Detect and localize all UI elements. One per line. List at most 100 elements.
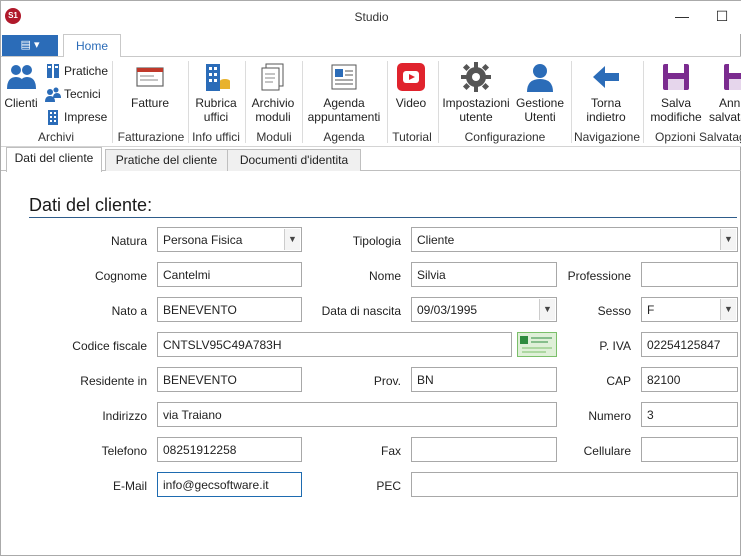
archivio-label-2: moduli (255, 110, 291, 124)
chevron-down-icon[interactable]: ▼ (284, 229, 300, 250)
pratiche-button[interactable]: Pratiche (45, 63, 108, 79)
invoice-icon (136, 67, 164, 87)
sesso-value: F (647, 303, 655, 317)
documents-icon (261, 63, 284, 91)
fatture-button[interactable]: Fatture (115, 61, 185, 110)
video-play-icon (397, 63, 425, 91)
group-configurazione-label: Configurazione (464, 130, 546, 144)
maximize-button[interactable]: ☐ (702, 1, 741, 34)
annulla-salvataggio-button[interactable]: Anni salvata (709, 61, 741, 124)
group-navigazione-label: Navigazione (573, 130, 641, 144)
rubrica-label-2: uffici (203, 110, 229, 124)
prov-field[interactable]: BN (411, 367, 557, 392)
rubrica-label-1: Rubrica (195, 96, 237, 110)
ribbon-separator (438, 61, 439, 143)
ribbon-separator (387, 61, 388, 143)
nome-label: Nome (368, 269, 401, 283)
chevron-down-icon[interactable]: ▼ (720, 229, 736, 250)
tab-pratiche-cliente[interactable]: Pratiche del cliente (105, 149, 228, 171)
tipologia-select[interactable]: Cliente ▼ (411, 227, 738, 252)
imprese-button[interactable]: Imprese (45, 109, 107, 125)
email-field[interactable]: info@gecsoftware.it (157, 472, 302, 497)
cognome-field[interactable]: Cantelmi (157, 262, 302, 287)
ribbon-separator (188, 61, 189, 143)
salva-label-1: Salva (660, 96, 692, 110)
undo-save-icon (724, 64, 741, 90)
binders-icon (47, 64, 59, 78)
users-icon (7, 65, 36, 89)
chevron-down-icon[interactable]: ▼ (720, 299, 736, 320)
ribbon-separator (571, 61, 572, 143)
nato-a-label: Nato a (111, 304, 147, 318)
data-nascita-label: Data di nascita (321, 304, 401, 318)
pec-label: PEC (376, 479, 401, 493)
minimize-button[interactable]: — (662, 1, 702, 34)
numero-label: Numero (588, 409, 631, 423)
impostazioni-utente-button[interactable]: Impostazioni utente (441, 61, 511, 124)
telefono-field[interactable]: 08251912258 (157, 437, 302, 462)
ribbon-separator (112, 61, 113, 143)
chevron-down-icon[interactable]: ▼ (539, 299, 555, 320)
gestione-utenti-button[interactable]: Gestione Utenti (513, 61, 567, 124)
torna-indietro-button[interactable]: Torna indietro (573, 61, 639, 124)
title-bar: S1 Studio — ☐ (1, 1, 741, 34)
salva-modifiche-button[interactable]: Salva modifiche (645, 61, 707, 124)
professione-label: Professione (567, 269, 631, 283)
tipologia-value: Cliente (417, 233, 455, 247)
codice-fiscale-label: Codice fiscale (72, 339, 147, 353)
data-nascita-value: 09/03/1995 (417, 303, 478, 317)
group-moduli-label: Moduli (256, 130, 292, 144)
tab-dati-cliente[interactable]: Dati del cliente (6, 147, 102, 172)
indirizzo-field[interactable]: via Traiano (157, 402, 557, 427)
office-building-icon (206, 64, 230, 91)
cap-label: CAP (606, 374, 631, 388)
file-menu-button[interactable]: ▤ ▾ (2, 35, 58, 56)
tab-home[interactable]: Home (63, 34, 121, 58)
pec-field[interactable] (411, 472, 738, 497)
residente-field[interactable]: BENEVENTO (157, 367, 302, 392)
calendar-icon (331, 64, 357, 90)
annulla-label-1: Anni (719, 96, 741, 110)
cellulare-label: Cellulare (583, 444, 631, 458)
torna-label-2: indietro (586, 110, 626, 124)
building-icon (48, 110, 58, 125)
piva-label: P. IVA (599, 339, 631, 353)
section-divider (29, 217, 737, 218)
video-button[interactable]: Video (389, 61, 433, 110)
ribbon-separator (643, 61, 644, 143)
rubrica-uffici-button[interactable]: Rubrica uffici (190, 61, 242, 124)
telefono-label: Telefono (101, 444, 147, 458)
agenda-label-1: Agenda (323, 96, 365, 110)
natura-select[interactable]: Persona Fisica ▼ (157, 227, 302, 252)
salva-label-2: modifiche (650, 110, 702, 124)
clienti-button[interactable]: Clienti (3, 61, 39, 110)
cellulare-field[interactable] (641, 437, 738, 462)
save-icon (663, 64, 689, 90)
professione-field[interactable] (641, 262, 738, 287)
tab-documenti-identita[interactable]: Documenti d'identita (227, 149, 361, 171)
gestione-label-2: Utenti (524, 110, 556, 124)
fax-field[interactable] (411, 437, 557, 462)
sesso-select[interactable]: F ▼ (641, 297, 738, 322)
health-card-icon[interactable] (517, 332, 557, 357)
prov-label: Prov. (373, 374, 401, 388)
group-info-uffici-label: Info uffici (192, 130, 240, 144)
nato-a-field[interactable]: BENEVENTO (157, 297, 302, 322)
data-nascita-picker[interactable]: 09/03/1995 ▼ (411, 297, 557, 322)
nome-field[interactable]: Silvia (411, 262, 557, 287)
tecnici-label: Tecnici (64, 87, 101, 101)
archivio-moduli-button[interactable]: Archivio moduli (248, 61, 298, 124)
ribbon: Clienti Pratiche Tecnici Imprese Archivi… (1, 57, 741, 147)
piva-field[interactable]: 02254125847 (641, 332, 738, 357)
ribbon-tab-row: ▤ ▾ Home (1, 34, 741, 58)
tecnici-button[interactable]: Tecnici (45, 86, 101, 102)
codice-fiscale-field[interactable]: CNTSLV95C49A783H (157, 332, 512, 357)
pratiche-label: Pratiche (64, 64, 109, 78)
archivio-label-1: Archivio (251, 96, 295, 110)
cap-field[interactable]: 82100 (641, 367, 738, 392)
indirizzo-label: Indirizzo (102, 409, 147, 423)
arrow-left-icon (593, 66, 619, 88)
agenda-appuntamenti-button[interactable]: Agenda appuntamenti (303, 61, 385, 124)
numero-field[interactable]: 3 (641, 402, 738, 427)
gestione-label-1: Gestione (515, 96, 565, 110)
